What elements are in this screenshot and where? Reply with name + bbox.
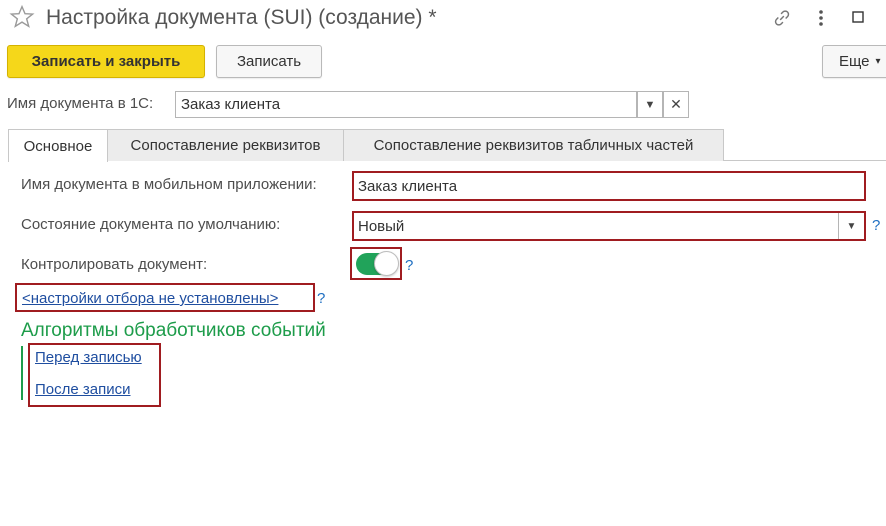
- mobile-name-field[interactable]: Заказ клиента: [352, 171, 866, 201]
- default-state-select[interactable]: Новый ▼: [352, 211, 866, 241]
- after-write-link[interactable]: После записи: [35, 381, 131, 398]
- handlers-links-box: Перед записью После записи: [28, 343, 161, 407]
- dropdown-arrow-icon: ▼: [644, 98, 656, 111]
- save-and-close-button[interactable]: Записать и закрыть: [7, 45, 205, 78]
- tab-table-attribute-mapping[interactable]: Сопоставление реквизитов табличных часте…: [344, 129, 724, 161]
- filter-settings-link[interactable]: <настройки отбора не установлены>: [22, 290, 278, 307]
- star-icon[interactable]: [9, 4, 35, 30]
- help-icon[interactable]: ?: [405, 257, 413, 274]
- control-document-label: Контролировать документ:: [21, 256, 208, 273]
- tab-main[interactable]: Основное: [8, 129, 108, 162]
- doc-name-dropdown-button[interactable]: ▼: [637, 91, 663, 118]
- save-button[interactable]: Записать: [216, 45, 322, 78]
- toggle-track: [356, 251, 399, 276]
- default-state-label: Состояние документа по умолчанию:: [21, 216, 281, 233]
- tab-attribute-mapping[interactable]: Сопоставление реквизитов: [108, 129, 344, 161]
- before-write-link[interactable]: Перед записью: [35, 349, 142, 366]
- more-button-label: Еще: [839, 53, 870, 70]
- window-title: Настройка документа (SUI) (создание) *: [46, 6, 437, 29]
- doc-name-field[interactable]: Заказ клиента: [175, 91, 637, 118]
- help-icon[interactable]: ?: [317, 290, 325, 307]
- chevron-down-icon: ▾: [875, 56, 881, 67]
- maximize-icon[interactable]: [850, 9, 866, 25]
- help-icon[interactable]: ?: [872, 217, 880, 234]
- dropdown-arrow-icon[interactable]: ▼: [838, 213, 864, 239]
- doc-name-label: Имя документа в 1С:: [7, 95, 154, 112]
- more-button[interactable]: Еще ▾: [822, 45, 886, 78]
- section-group-bar: [21, 346, 23, 400]
- filter-settings-box: <настройки отбора не установлены>: [15, 283, 315, 312]
- handlers-section-title: Алгоритмы обработчиков событий: [21, 320, 326, 341]
- default-state-value: Новый: [358, 217, 405, 235]
- control-document-toggle[interactable]: [350, 247, 402, 280]
- more-vertical-icon[interactable]: [811, 6, 831, 30]
- close-icon: ✕: [670, 96, 682, 112]
- mobile-name-label: Имя документа в мобильном приложении:: [21, 176, 317, 193]
- toggle-knob: [374, 251, 399, 276]
- doc-name-clear-button[interactable]: ✕: [663, 91, 689, 118]
- link-icon[interactable]: [771, 7, 793, 29]
